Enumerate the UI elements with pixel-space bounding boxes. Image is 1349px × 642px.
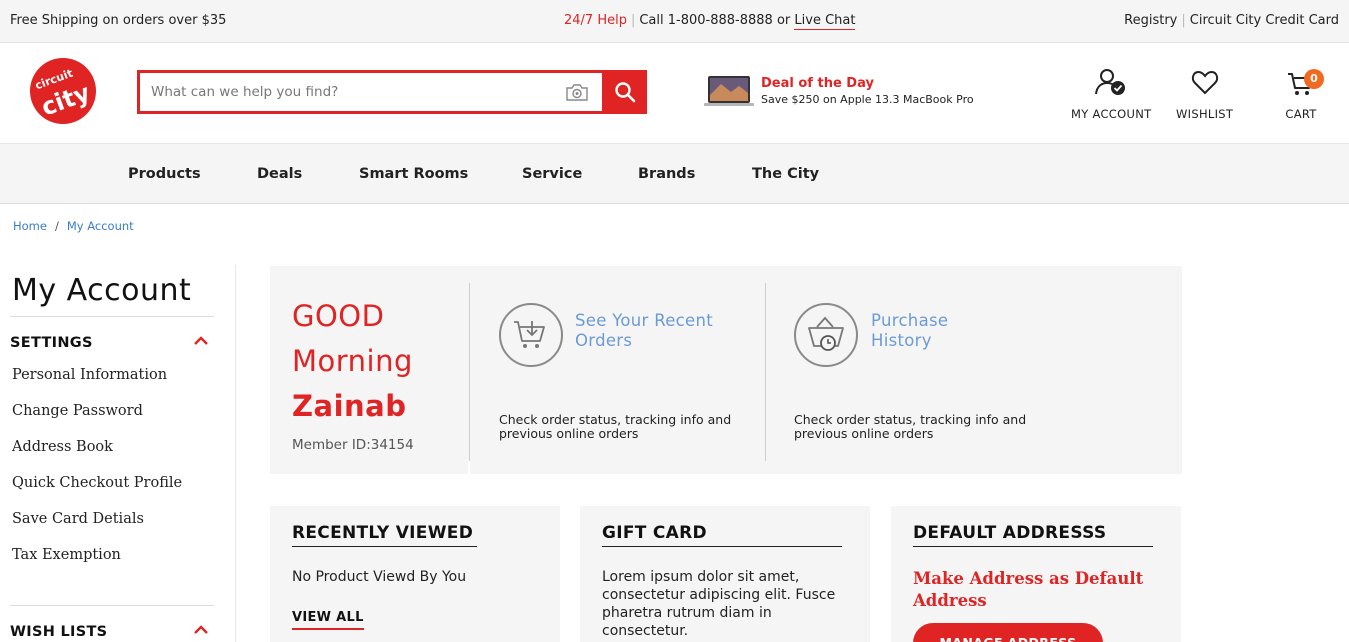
circuit-city-logo[interactable]: circuit city [29,57,97,125]
divider [10,316,214,317]
breadcrumb-separator: / [54,219,59,233]
search-button[interactable] [602,70,647,114]
heart-icon [1191,70,1218,95]
recent-orders-link[interactable]: See Your Recent Orders [575,311,713,351]
cart-label: CART [1285,107,1317,121]
help-line: 24/7 Help | Call 1-800-888-8888 or Live Ch… [564,13,856,30]
default-address-card: DEFAULT ADDRESSS Make Address as Default… [891,506,1181,642]
top-bar: Free Shipping on orders over $35 24/7 He… [0,0,1349,43]
nav-item-deals[interactable]: Deals [257,166,302,182]
registry-link[interactable]: Registry [1124,13,1177,28]
my-account-button[interactable]: MY ACCOUNT [1071,68,1151,121]
sidebar-item-quick-checkout[interactable]: Quick Checkout Profile [12,475,182,491]
sidebar-item-change-password[interactable]: Change Password [12,403,143,419]
search-input[interactable] [140,73,560,111]
basket-clock-icon [808,316,844,351]
help-label: 24/7 Help [564,13,627,28]
breadcrumb-current[interactable]: My Account [67,219,134,233]
divider [765,283,766,461]
gift-card-card: GIFT CARD Lorem ipsum dolor sit amet, co… [580,506,870,642]
chevron-up-icon[interactable] [193,625,209,635]
credit-card-link[interactable]: Circuit City Credit Card [1190,13,1339,28]
live-chat-link[interactable]: Live Chat [794,13,856,30]
title-underline [602,546,842,547]
member-id: Member ID:34154 [292,437,414,453]
nav-item-products[interactable]: Products [128,166,201,182]
divider-notch [468,461,470,474]
deal-title: Deal of the Day [761,76,874,91]
divider [10,605,214,606]
purchase-history-link-line1: Purchase [871,311,949,330]
wishlist-label: WISHLIST [1176,107,1234,121]
cart-button[interactable]: 0 CART [1279,68,1324,121]
account-label: MY ACCOUNT [1071,107,1152,121]
recently-viewed-title: RECENTLY VIEWED [292,523,474,543]
gift-card-text: Lorem ipsum dolor sit amet, consectetur … [602,569,836,639]
account-icon [1095,69,1126,95]
settings-heading: SETTINGS [10,335,93,351]
search-bar [137,70,647,114]
site-header: circuit city Deal of the Day Save $250 o… [0,43,1349,143]
separator: | [1181,13,1186,28]
purchase-history-link-line2: History [871,331,932,350]
laptop-image [704,76,754,106]
view-all-link[interactable]: VIEW ALL [292,610,364,630]
nav-item-brands[interactable]: Brands [638,166,695,182]
make-default-address-link[interactable]: Make Address as Default Address [913,568,1153,612]
sidebar-item-personal-information[interactable]: Personal Information [12,367,167,383]
chevron-up-icon[interactable] [193,336,209,346]
purchase-history-description: Check order status, tracking info and pr… [794,412,1027,441]
sidebar-item-save-card[interactable]: Save Card Detials [12,511,144,527]
greeting-line1: GOOD [292,299,385,333]
search-icon [614,82,635,103]
wish-lists-heading: WISH LISTS [10,624,108,640]
breadcrumb-home[interactable]: Home [13,219,47,233]
call-text: Call 1-800-888-8888 or [639,13,791,28]
separator: | [630,13,636,28]
free-shipping-text: Free Shipping on orders over $35 [10,13,227,28]
sidebar-item-tax-exemption[interactable]: Tax Exemption [12,547,121,563]
deal-text: Save $250 on Apple 13.3 MacBook Pro [761,93,974,106]
recent-orders-link-line1: See Your Recent [575,311,714,330]
sidebar-item-address-book[interactable]: Address Book [12,439,113,455]
recently-viewed-card: RECENTLY VIEWED No Product Viewd By You … [270,506,560,642]
default-address-title: DEFAULT ADDRESSS [913,523,1107,543]
recently-viewed-empty-text: No Product Viewd By You [292,569,467,585]
nav-item-smart-rooms[interactable]: Smart Rooms [359,166,468,182]
wishlist-button[interactable]: WISHLIST [1176,68,1233,121]
purchase-history-link[interactable]: Purchase History [871,311,948,351]
history-icon-circle[interactable] [794,303,858,367]
welcome-panel: GOOD Morning Zainab Member ID:34154 See … [270,266,1182,474]
main-nav: Products Deals Smart Rooms Service Brand… [0,143,1349,204]
cart-download-icon [514,321,545,348]
recent-orders-description: Check order status, tracking info and pr… [499,412,732,441]
manage-address-button[interactable]: MANAGE ADDRESS [913,623,1103,642]
user-name: Zainab [292,389,407,423]
divider [469,283,470,461]
title-underline [913,546,1153,547]
breadcrumb: Home / My Account [13,219,134,233]
greeting-line2: Morning [292,344,413,378]
nav-item-service[interactable]: Service [522,166,582,182]
account-sidebar: My Account SETTINGS Personal Information… [0,265,236,642]
sidebar-title: My Account [12,273,192,308]
recent-orders-link-line2: Orders [575,331,633,350]
gift-card-title: GIFT CARD [602,523,707,543]
orders-icon-circle[interactable] [499,303,563,367]
camera-icon[interactable] [565,82,589,102]
title-underline [292,546,477,547]
greeting: GOOD Morning Zainab [292,294,413,429]
top-links: Registry | Circuit City Credit Card [1124,13,1339,28]
nav-item-the-city[interactable]: The City [752,166,819,182]
cart-count-badge: 0 [1304,69,1324,89]
